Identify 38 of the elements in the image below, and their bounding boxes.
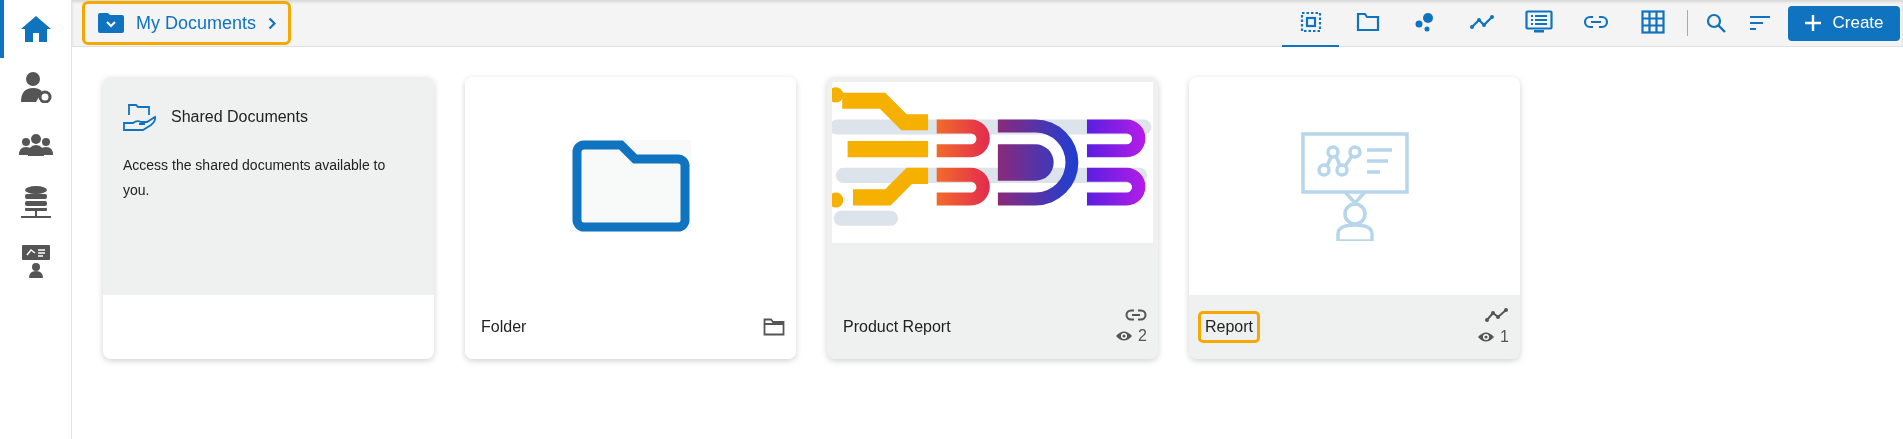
sort-icon[interactable] (1749, 15, 1771, 31)
select-all-icon (1299, 11, 1322, 33)
card-title[interactable]: Report (1198, 311, 1261, 343)
folder-icon (763, 318, 785, 336)
view-count: 2 (1115, 327, 1147, 345)
folder-card[interactable]: Folder (465, 77, 796, 359)
folder-icon (1355, 12, 1380, 32)
link-icon (1582, 15, 1609, 29)
search-icon[interactable] (1706, 13, 1726, 33)
shared-folder-icon (123, 103, 157, 131)
card-title: Shared Documents (171, 108, 308, 126)
shared-documents-card[interactable]: Shared Documents Access the shared documents available to you. (103, 77, 434, 359)
line-chart-icon (1485, 308, 1509, 322)
card-description: Access the shared documents available to you. (123, 156, 387, 200)
view-count: 1 (1477, 328, 1509, 346)
plus-icon (1804, 14, 1823, 32)
eye-icon (1115, 330, 1134, 342)
bubbles-icon (1413, 12, 1436, 32)
presenter-icon (1299, 131, 1410, 241)
user-settings-icon[interactable] (19, 71, 52, 103)
monitor-icon (1524, 10, 1553, 34)
link-icon (1125, 309, 1147, 321)
breadcrumb-label: My Documents (136, 12, 257, 34)
create-button[interactable]: Create (1788, 5, 1900, 41)
folder-icon (570, 140, 691, 232)
folder-dropdown-icon[interactable] (98, 13, 124, 33)
grid-icon (1640, 10, 1665, 34)
database-icon[interactable] (19, 186, 52, 220)
card-title[interactable]: Folder (474, 311, 534, 343)
card-title[interactable]: Product Report (836, 311, 958, 343)
presenter-icon[interactable] (20, 244, 51, 278)
report-card[interactable]: Report 1 (1189, 77, 1520, 359)
chevron-right-icon (268, 16, 277, 30)
group-icon[interactable] (18, 133, 53, 157)
report-card[interactable]: Product Report 2 (827, 77, 1158, 359)
eye-icon (1477, 331, 1496, 343)
line-chart-icon (1468, 14, 1495, 30)
breadcrumb[interactable]: My Documents (82, 1, 292, 45)
